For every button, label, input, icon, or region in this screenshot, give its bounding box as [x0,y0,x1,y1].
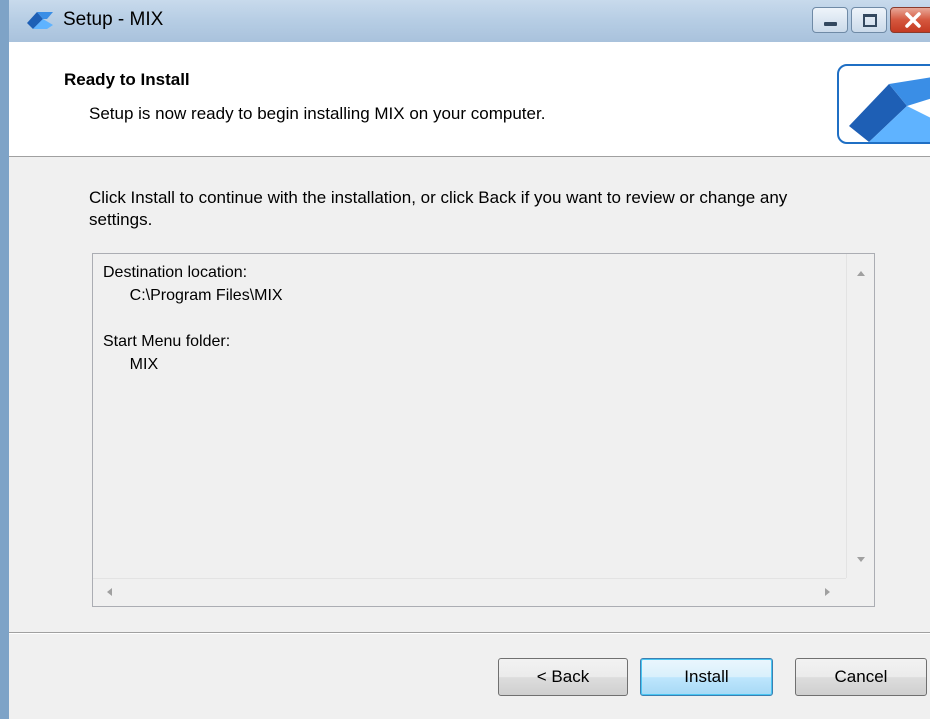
destination-value: C:\Program Files\MIX [129,287,283,304]
scroll-right-icon[interactable] [825,588,830,596]
scroll-left-icon[interactable] [107,588,112,596]
back-button[interactable]: < Back [498,658,628,696]
wizard-header: Ready to Install Setup is now ready to b… [9,42,930,157]
maximize-button[interactable] [851,7,887,33]
page-title: Ready to Install [64,70,190,89]
vertical-scrollbar[interactable] [846,254,874,579]
title-bar[interactable]: Setup - MIX [9,0,930,42]
maximize-icon [863,14,877,27]
app-logo [837,64,930,144]
horizontal-scrollbar[interactable] [93,578,846,606]
minimize-icon [824,22,837,26]
instruction-text: Click Install to continue with the insta… [89,188,788,229]
install-button[interactable]: Install [640,658,773,696]
cancel-button[interactable]: Cancel [795,658,927,696]
scrollbar-corner [846,578,874,606]
scroll-down-icon[interactable] [857,557,865,562]
destination-label: Destination location: [103,264,248,281]
page-subtitle: Setup is now ready to begin installing M… [89,104,546,123]
ready-memo[interactable]: Destination location: C:\Program Files\M… [92,253,875,607]
footer-divider [9,632,930,634]
minimize-button[interactable] [812,7,848,33]
close-icon [904,11,922,34]
start-menu-value: MIX [129,356,159,373]
setup-window: Setup - MIX Ready to Install Setup is no… [0,0,930,719]
app-icon [25,9,55,31]
start-menu-label: Start Menu folder: [103,333,231,350]
close-button[interactable] [890,7,930,33]
window-title: Setup - MIX [63,9,164,30]
memo-content: Destination location: C:\Program Files\M… [103,261,283,376]
scroll-up-icon[interactable] [857,271,865,276]
